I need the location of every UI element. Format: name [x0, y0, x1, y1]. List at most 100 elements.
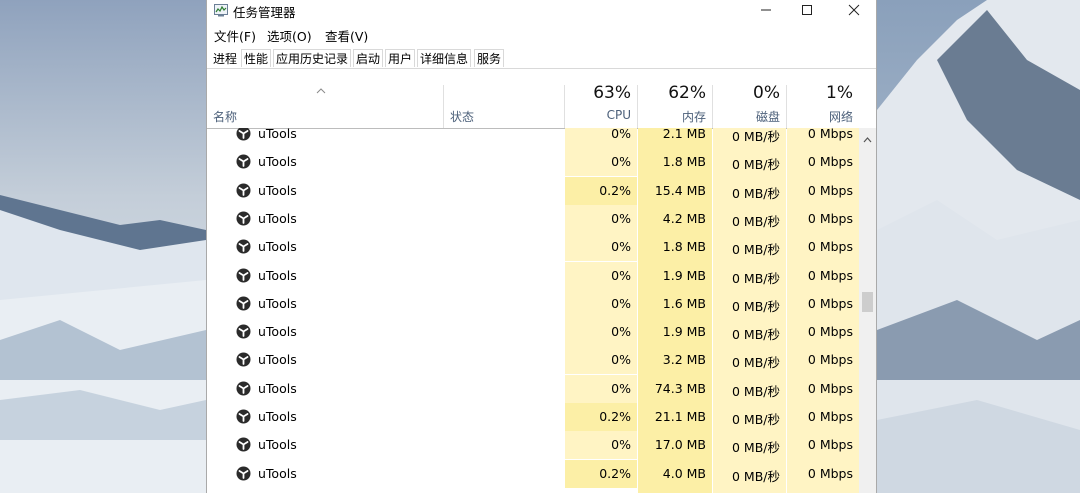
disk-total-percent: 0% — [753, 83, 780, 103]
close-icon — [848, 4, 860, 16]
scrollbar-thumb[interactable] — [862, 292, 873, 312]
maximize-button[interactable] — [784, 0, 830, 22]
column-memory-header[interactable]: 62% 内存 — [638, 69, 712, 128]
task-manager-window: 任务管理器 文件(F) 选项(O) 查看(V) 进程 性能 应用历史记录 启动 … — [206, 0, 877, 493]
process-name: uTools — [258, 267, 297, 283]
tab-processes[interactable]: 进程 — [210, 49, 241, 67]
memory-value: 2.1 MB — [662, 128, 706, 141]
process-row[interactable]: uTools 0% 17.0 MB 0 MB/秒 0 Mbps — [207, 431, 859, 460]
network-value: 0 Mbps — [807, 409, 853, 424]
utools-icon — [236, 437, 251, 452]
process-row[interactable]: uTools 0.2% 4.0 MB 0 MB/秒 0 Mbps — [207, 459, 859, 488]
disk-value: 0 MB/秒 — [732, 468, 780, 484]
network-value: 0 Mbps — [807, 352, 853, 368]
process-name: uTools — [258, 352, 297, 368]
memory-value: 4.0 MB — [662, 465, 706, 481]
menu-bar: 文件(F) 选项(O) 查看(V) — [207, 24, 876, 44]
network-value: 0 Mbps — [807, 182, 853, 198]
disk-value: 0 MB/秒 — [732, 185, 780, 201]
menu-options[interactable]: 选项(O) — [267, 26, 312, 45]
cpu-value: 0% — [611, 295, 631, 311]
process-list: uTools 0% 2.1 MB 0 MB/秒 0 Mbps uTools 0% 1.8 MB… — [207, 128, 859, 493]
cpu-value: 0% — [611, 239, 631, 255]
process-row[interactable]: uTools 0% 1.6 MB 0 MB/秒 0 Mbps — [207, 289, 859, 318]
utools-icon — [236, 409, 251, 424]
disk-value: 0 MB/秒 — [732, 327, 780, 343]
process-row[interactable]: uTools 0% 4.2 MB 0 MB/秒 0 Mbps — [207, 204, 859, 233]
column-status-header[interactable]: 状态 — [450, 108, 474, 125]
column-name-header[interactable]: 名称 — [213, 108, 237, 125]
process-row[interactable]: uTools 0.2% 15.4 MB 0 MB/秒 0 Mbps — [207, 176, 859, 205]
disk-value: 0 MB/秒 — [732, 129, 780, 144]
tab-bar: 进程 性能 应用历史记录 启动 用户 详细信息 服务 — [207, 47, 876, 69]
process-name: uTools — [258, 182, 297, 198]
cpu-value: 0% — [611, 154, 631, 170]
process-row[interactable]: uTools 0% 3.2 MB 0 MB/秒 0 Mbps — [207, 346, 859, 375]
disk-value: 0 MB/秒 — [732, 440, 780, 456]
cpu-value: 0% — [611, 352, 631, 368]
disk-value: 0 MB/秒 — [732, 355, 780, 371]
network-value: 0 Mbps — [807, 324, 853, 340]
disk-value: 0 MB/秒 — [732, 213, 780, 229]
cpu-value: 0% — [611, 324, 631, 340]
process-name: uTools — [258, 324, 297, 340]
memory-value: 1.8 MB — [662, 239, 706, 255]
network-column-label: 网络 — [828, 110, 853, 124]
process-name: uTools — [258, 128, 297, 141]
tab-startup[interactable]: 启动 — [353, 49, 384, 67]
tab-services[interactable]: 服务 — [474, 49, 505, 67]
memory-value: 3.2 MB — [662, 352, 706, 368]
desktop-wallpaper-right — [877, 0, 1080, 493]
memory-value: 74.3 MB — [654, 380, 706, 396]
desktop-wallpaper-left — [0, 0, 206, 493]
network-value: 0 Mbps — [807, 154, 853, 170]
network-total-percent: 1% — [826, 83, 853, 103]
column-disk-header[interactable]: 0% 磁盘 — [713, 69, 786, 128]
process-row[interactable]: uTools 0% 1.8 MB 0 MB/秒 0 Mbps — [207, 148, 859, 177]
process-row[interactable]: uTools 0% 2.1 MB 0 MB/秒 0 Mbps — [207, 128, 859, 148]
tab-app-history[interactable]: 应用历史记录 — [273, 49, 352, 67]
disk-value: 0 MB/秒 — [732, 383, 780, 399]
tab-users[interactable]: 用户 — [385, 49, 416, 67]
cpu-column-label: CPU — [606, 108, 631, 122]
memory-value: 1.8 MB — [662, 154, 706, 170]
minimize-button[interactable] — [743, 0, 789, 22]
column-cpu-header[interactable]: 63% CPU — [565, 69, 637, 128]
tab-details[interactable]: 详细信息 — [417, 49, 472, 67]
disk-value: 0 MB/秒 — [732, 157, 780, 173]
menu-file[interactable]: 文件(F) — [214, 26, 256, 45]
utools-icon — [236, 296, 251, 311]
process-row[interactable]: uTools 0% 1.8 MB 0 MB/秒 0 Mbps — [207, 233, 859, 262]
network-value: 0 Mbps — [807, 128, 853, 141]
process-row[interactable]: uTools 0% 1.9 MB 0 MB/秒 0 Mbps — [207, 261, 859, 290]
tab-performance[interactable]: 性能 — [241, 49, 272, 67]
column-header: 名称 状态 63% CPU 62% 内存 0% 磁盘 1% 网络 — [207, 69, 876, 129]
utools-icon — [236, 183, 251, 198]
vertical-scrollbar[interactable] — [859, 128, 876, 493]
process-row[interactable]: uTools 0% 74.3 MB 0 MB/秒 0 Mbps — [207, 374, 859, 403]
title-bar[interactable]: 任务管理器 — [207, 0, 876, 22]
close-button[interactable] — [831, 0, 876, 22]
menu-view[interactable]: 查看(V) — [325, 26, 368, 45]
utools-icon — [236, 128, 251, 141]
cpu-value: 0.2% — [599, 182, 631, 198]
network-value: 0 Mbps — [807, 239, 853, 255]
cpu-value: 0% — [611, 437, 631, 453]
minimize-icon — [761, 9, 771, 11]
column-network-header[interactable]: 1% 网络 — [787, 69, 859, 128]
process-name: uTools — [258, 210, 297, 226]
process-name: uTools — [258, 465, 297, 481]
disk-value: 0 MB/秒 — [732, 298, 780, 314]
memory-value: 1.9 MB — [662, 267, 706, 283]
process-name: uTools — [258, 295, 297, 311]
process-name: uTools — [258, 239, 297, 255]
memory-value: 21.1 MB — [654, 409, 706, 424]
utools-icon — [236, 239, 251, 254]
chevron-up-icon[interactable] — [863, 132, 872, 146]
process-row[interactable]: uTools 0.2% 21.1 MB 0 MB/秒 0 Mbps — [207, 403, 859, 431]
cpu-value: 0.2% — [599, 465, 631, 481]
process-row[interactable]: uTools 0% 1.9 MB 0 MB/秒 0 Mbps — [207, 318, 859, 347]
memory-column-label: 内存 — [681, 110, 706, 124]
network-value: 0 Mbps — [807, 210, 853, 226]
disk-value: 0 MB/秒 — [732, 412, 780, 427]
